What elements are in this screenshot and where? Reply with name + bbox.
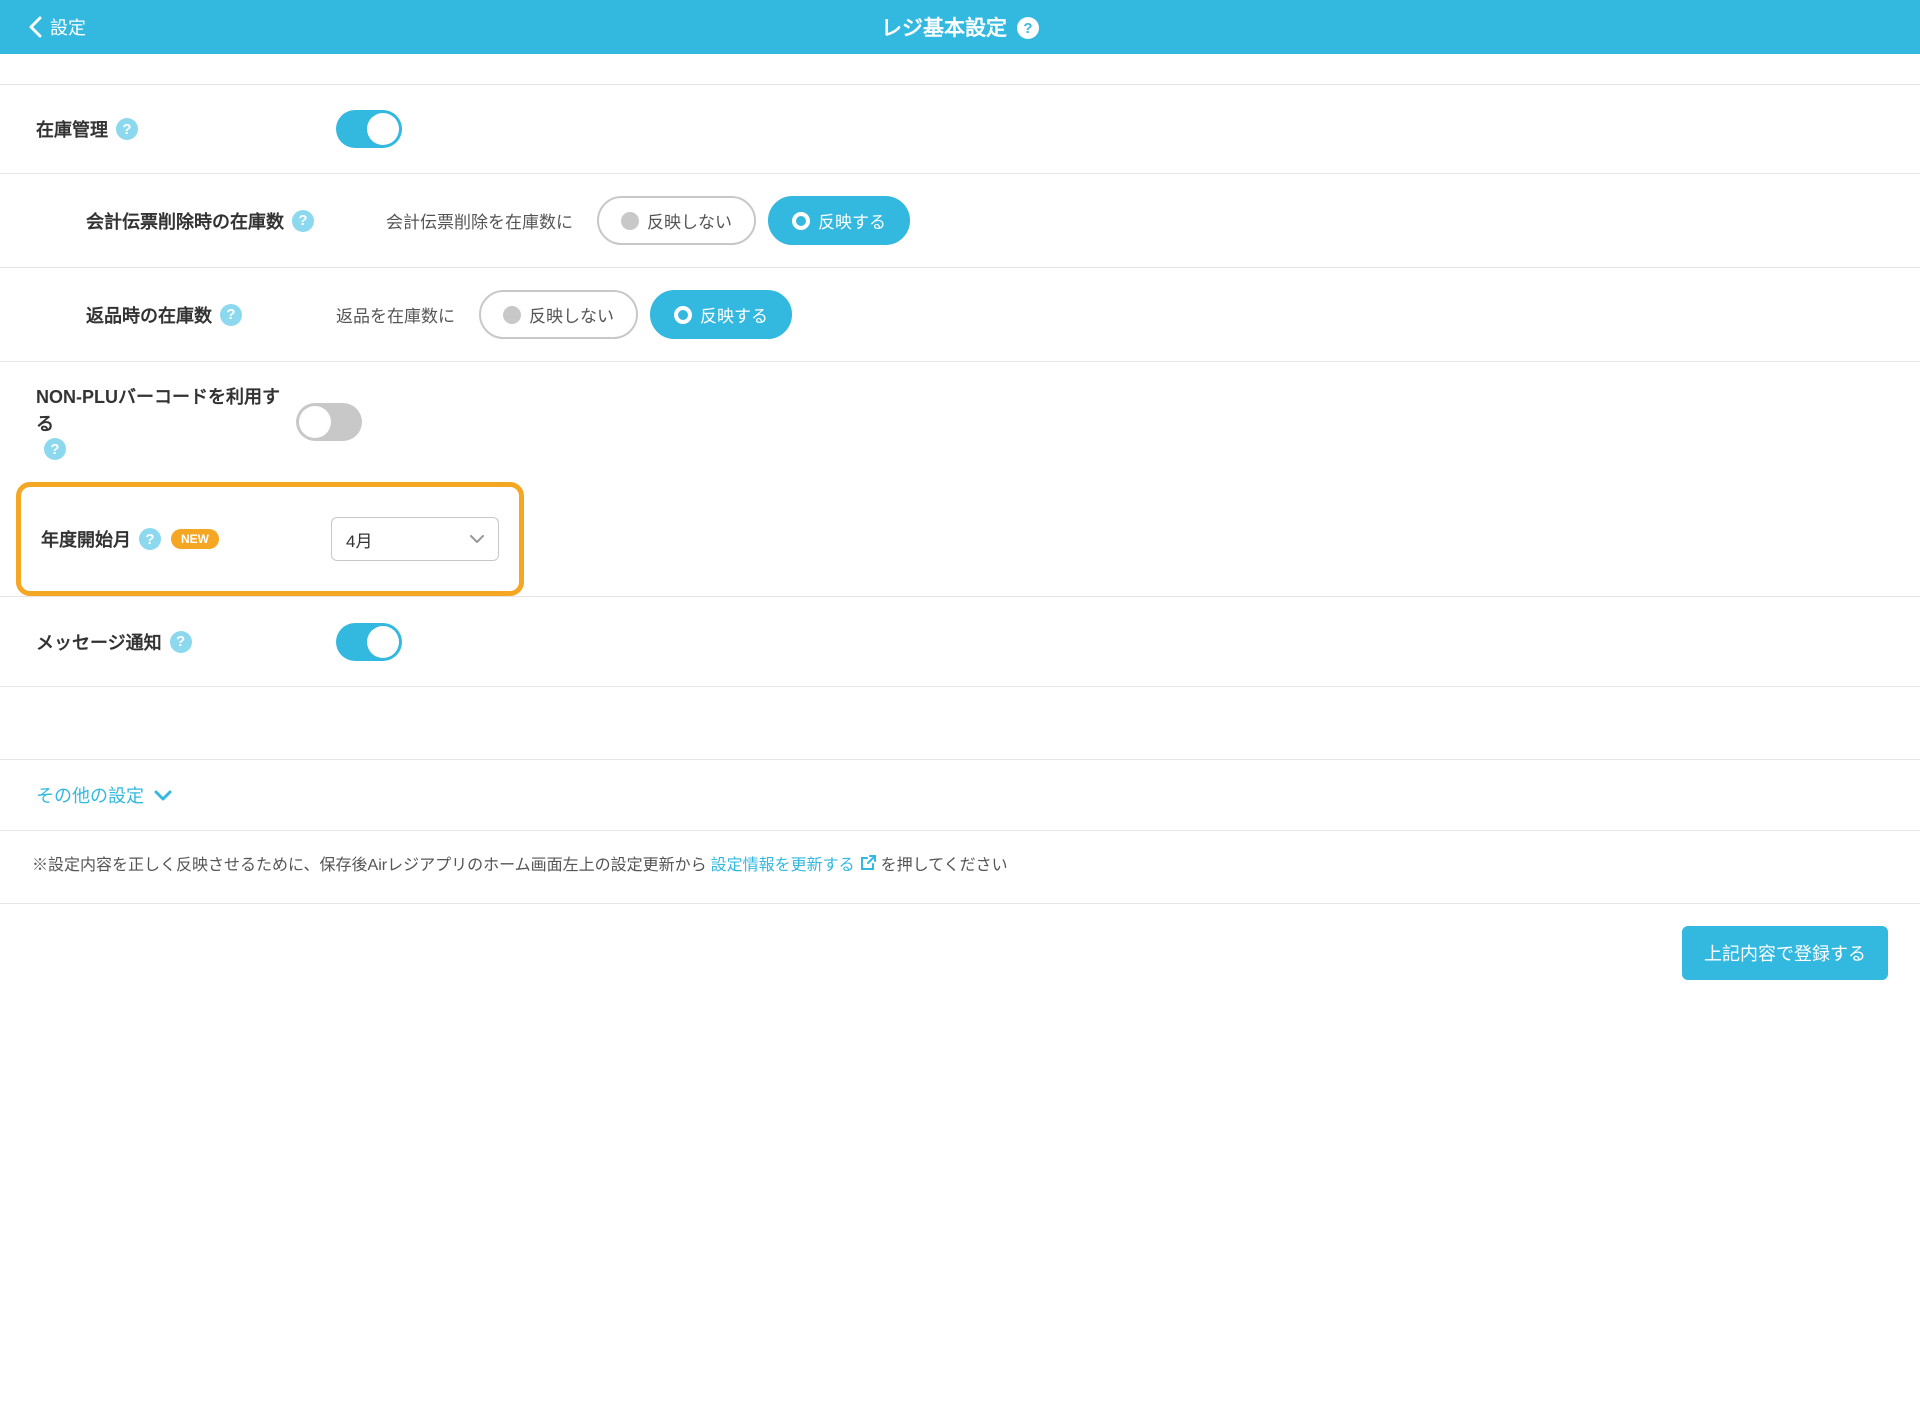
other-settings-section: その他の設定	[0, 759, 1920, 831]
header: 設定 レジ基本設定 ?	[0, 0, 1920, 54]
page-title: レジ基本設定 ?	[881, 12, 1039, 42]
back-button[interactable]: 設定	[28, 14, 86, 40]
note-link-text: 設定情報を更新する	[711, 851, 855, 875]
desc-return-stock: 返品を在庫数に	[336, 302, 455, 327]
help-icon[interactable]: ?	[44, 438, 66, 460]
option-voucher-reflect[interactable]: 反映する	[768, 196, 910, 245]
row-non-plu: NON-PLUバーコードを利用する ?	[0, 362, 1920, 482]
radio-dot-icon	[792, 212, 810, 230]
label-text-voucher-delete: 会計伝票削除時の在庫数	[86, 208, 284, 234]
option-voucher-no-reflect[interactable]: 反映しない	[597, 196, 756, 245]
header-help-icon[interactable]: ?	[1017, 15, 1039, 40]
label-fiscal-start: 年度開始月 ? NEW	[41, 526, 331, 552]
page-title-text: レジ基本設定	[881, 12, 1007, 42]
label-message-notify: メッセージ通知 ?	[36, 629, 336, 655]
control-message-notify	[336, 623, 402, 661]
label-non-plu: NON-PLUバーコードを利用する ?	[36, 384, 296, 460]
other-settings-toggle[interactable]: その他の設定	[36, 782, 1884, 808]
label-text-non-plu: NON-PLUバーコードを利用する	[36, 384, 296, 438]
row-fiscal-start-wrapper: 年度開始月 ? NEW 4月	[0, 482, 1920, 597]
back-label: 設定	[50, 14, 86, 40]
label-text-return-stock: 返品時の在庫数	[86, 302, 212, 328]
select-fiscal-month[interactable]: 4月	[331, 517, 499, 561]
question-icon: ?	[1017, 17, 1039, 39]
radio-dot-icon	[503, 306, 521, 324]
option-return-reflect[interactable]: 反映する	[650, 290, 792, 339]
note-link[interactable]: 設定情報を更新する	[711, 851, 877, 875]
label-inventory: 在庫管理 ?	[36, 116, 336, 142]
control-return-stock: 返品を在庫数に 反映しない 反映する	[336, 290, 792, 339]
option-label: 反映しない	[647, 208, 732, 233]
row-return-stock: 返品時の在庫数 ? 返品を在庫数に 反映しない 反映する	[0, 268, 1920, 362]
toggle-knob	[367, 113, 399, 145]
pill-group-return: 反映しない 反映する	[479, 290, 792, 339]
toggle-knob	[367, 626, 399, 658]
label-voucher-delete: 会計伝票削除時の在庫数 ?	[86, 208, 386, 234]
row-inventory: 在庫管理 ?	[0, 84, 1920, 174]
option-label: 反映する	[700, 302, 768, 327]
option-label: 反映しない	[529, 302, 614, 327]
footer: 上記内容で登録する	[0, 903, 1920, 1002]
help-icon[interactable]: ?	[220, 304, 242, 326]
help-icon[interactable]: ?	[292, 210, 314, 232]
select-value: 4月	[346, 527, 372, 552]
external-link-icon	[859, 854, 877, 872]
toggle-message-notify[interactable]	[336, 623, 402, 661]
highlight-fiscal-start: 年度開始月 ? NEW 4月	[16, 482, 524, 596]
control-voucher-delete: 会計伝票削除を在庫数に 反映しない 反映する	[386, 196, 910, 245]
help-icon[interactable]: ?	[116, 118, 138, 140]
label-return-stock: 返品時の在庫数 ?	[86, 302, 336, 328]
control-fiscal-start: 4月	[331, 517, 499, 561]
desc-voucher-delete: 会計伝票削除を在庫数に	[386, 208, 573, 233]
help-icon[interactable]: ?	[170, 631, 192, 653]
label-text-inventory: 在庫管理	[36, 116, 108, 142]
note-prefix: ※設定内容を正しく反映させるために、保存後Airレジアプリのホーム画面左上の設定…	[32, 851, 707, 875]
toggle-non-plu[interactable]	[296, 403, 362, 441]
chevron-down-icon	[470, 535, 484, 543]
toggle-knob	[299, 406, 331, 438]
option-return-no-reflect[interactable]: 反映しない	[479, 290, 638, 339]
option-label: 反映する	[818, 208, 886, 233]
note-text: ※設定内容を正しく反映させるために、保存後Airレジアプリのホーム画面左上の設定…	[0, 831, 1920, 895]
new-badge: NEW	[171, 529, 219, 549]
row-message-notify: メッセージ通知 ?	[0, 597, 1920, 687]
pill-group-voucher: 反映しない 反映する	[597, 196, 910, 245]
content: 在庫管理 ? 会計伝票削除時の在庫数 ? 会計伝票削除を在庫数に 反映しない 反	[0, 84, 1920, 1002]
row-voucher-delete: 会計伝票削除時の在庫数 ? 会計伝票削除を在庫数に 反映しない 反映する	[0, 174, 1920, 268]
note-suffix: を押してください	[881, 851, 1008, 875]
label-text-fiscal-start: 年度開始月	[41, 526, 131, 552]
chevron-down-icon	[154, 790, 172, 801]
help-icon[interactable]: ?	[139, 528, 161, 550]
toggle-inventory[interactable]	[336, 110, 402, 148]
radio-dot-icon	[621, 212, 639, 230]
label-text-message-notify: メッセージ通知	[36, 629, 162, 655]
submit-button[interactable]: 上記内容で登録する	[1682, 926, 1888, 980]
control-non-plu	[296, 403, 362, 441]
chevron-left-icon	[28, 16, 42, 38]
control-inventory	[336, 110, 402, 148]
radio-dot-icon	[674, 306, 692, 324]
other-settings-label: その他の設定	[36, 782, 144, 808]
